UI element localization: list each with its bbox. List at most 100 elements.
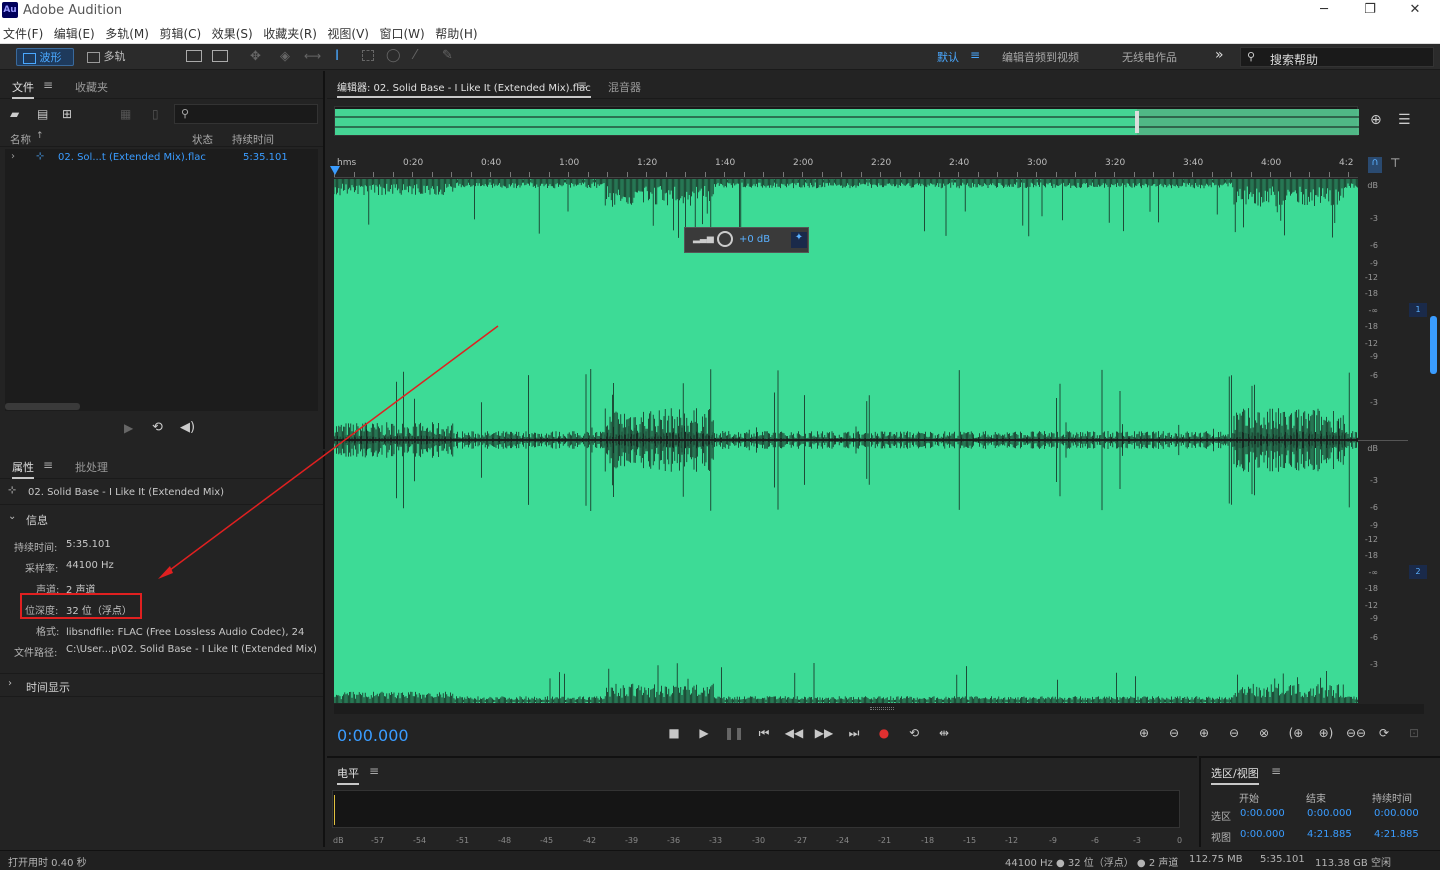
time-ruler[interactable]: hms 0:20 0:40 1:00 1:20 1:40 2:00 2:20 2… xyxy=(330,154,1358,178)
marquee-tool-icon[interactable] xyxy=(362,50,374,61)
view-end[interactable]: 4:21.885 xyxy=(1307,829,1352,840)
waveform-view-button[interactable]: 波形 xyxy=(16,48,74,66)
time-selection-tool-icon[interactable]: I xyxy=(335,48,339,64)
tab-mixer[interactable]: 混音器 xyxy=(608,79,641,95)
zoom-reset-icon[interactable]: ⟳ xyxy=(1374,726,1394,740)
time-section-header[interactable]: › 时间显示 xyxy=(0,673,323,697)
minimize-button[interactable]: ─ xyxy=(1304,2,1344,17)
pin-hud-icon[interactable]: ✦ xyxy=(791,232,807,248)
zoom-out-amplitude-icon[interactable]: ⊖ xyxy=(1164,726,1184,740)
tab-batch[interactable]: 批处理 xyxy=(75,459,108,475)
column-name[interactable]: 名称 xyxy=(10,132,31,147)
spectral-pitch-icon[interactable] xyxy=(212,50,228,62)
column-duration[interactable]: 持续时间 xyxy=(232,132,274,147)
new-file-icon[interactable]: ⊞ xyxy=(62,107,72,121)
playhead-marker[interactable] xyxy=(330,166,340,175)
snap-icon[interactable]: ∩ xyxy=(1368,157,1382,173)
view-duration[interactable]: 4:21.885 xyxy=(1374,829,1419,840)
channel-2-toggle[interactable]: 2 xyxy=(1409,565,1427,579)
help-search-field[interactable]: ⚲ 搜索帮助 xyxy=(1240,47,1434,67)
slip-tool-icon[interactable]: ⟷ xyxy=(304,49,321,63)
delete-icon[interactable]: ▯ xyxy=(152,107,159,121)
preview-play-icon[interactable]: ▶ xyxy=(124,421,133,435)
tab-editor[interactable]: 编辑器: 02. Solid Base - I Like It (Extende… xyxy=(337,79,591,98)
info-section-header[interactable]: ⌄ 信息 xyxy=(0,507,323,529)
menu-window[interactable]: 窗口(W) xyxy=(376,22,428,42)
stop-button[interactable]: ■ xyxy=(664,726,684,740)
scroll-grip[interactable] xyxy=(870,707,894,710)
amplitude-ruler[interactable]: dB -3 -6 -9 -12 -18 -∞ -18 -12 -9 -6 -3 … xyxy=(1358,179,1427,703)
zoom-in-left-icon[interactable]: (⊕ xyxy=(1286,726,1306,740)
files-horizontal-scrollbar[interactable] xyxy=(5,403,80,410)
lasso-tool-icon[interactable]: ◯ xyxy=(386,48,401,63)
workspace-menu-icon[interactable]: ≡ xyxy=(970,48,980,62)
workspace-default[interactable]: 默认 xyxy=(937,49,959,65)
tab-favorites[interactable]: 收藏夹 xyxy=(75,79,108,95)
waveform-display[interactable]: ▂▃▅ +0 dB ✦ xyxy=(333,124,1358,739)
view-start[interactable]: 0:00.000 xyxy=(1240,829,1285,840)
healing-tool-icon[interactable]: ✎ xyxy=(442,48,453,63)
fast-forward-button[interactable]: ▶▶ xyxy=(814,726,834,740)
zoom-out-time-icon[interactable]: ⊖ xyxy=(1224,726,1244,740)
selection-menu-icon[interactable]: ≡ xyxy=(1271,764,1281,778)
files-search-input[interactable]: ⚲ xyxy=(174,104,318,124)
horizontal-scrollbar[interactable] xyxy=(334,704,1424,714)
column-status[interactable]: 状态 xyxy=(192,132,213,147)
gain-knob[interactable] xyxy=(717,231,733,247)
menu-multitrack[interactable]: 多轨(M) xyxy=(102,22,153,42)
brush-tool-icon[interactable]: ⁄ xyxy=(414,48,416,63)
insert-multitrack-icon[interactable]: ▦ xyxy=(120,107,131,121)
stack-view-icon[interactable]: ☰ xyxy=(1398,112,1411,128)
workspace-video[interactable]: 编辑音频到视频 xyxy=(1002,49,1079,65)
properties-menu-icon[interactable]: ≡ xyxy=(43,458,53,472)
zoom-disabled-icon[interactable]: ⊡ xyxy=(1404,726,1424,740)
razor-tool-icon[interactable]: ◈ xyxy=(280,49,290,64)
current-time-display[interactable]: 0:00.000 xyxy=(337,726,409,745)
preview-autoplay-icon[interactable]: ◀) xyxy=(180,420,195,435)
workspace-radio[interactable]: 无线电作品 xyxy=(1122,49,1177,65)
tab-files[interactable]: 文件 xyxy=(12,79,34,99)
more-workspaces-icon[interactable]: » xyxy=(1215,47,1224,63)
file-row[interactable]: › ⊹ 02. Sol...t (Extended Mix).flac 5:35… xyxy=(5,149,318,167)
loop-playback-button[interactable]: ⟲ xyxy=(904,726,924,740)
multitrack-view-button[interactable]: 多轨 xyxy=(84,48,140,66)
editor-menu-icon[interactable]: ≡ xyxy=(577,78,587,92)
selection-start[interactable]: 0:00.000 xyxy=(1240,808,1285,819)
menu-favorites[interactable]: 收藏夹(R) xyxy=(260,22,321,42)
levels-title[interactable]: 电平 xyxy=(337,765,359,785)
zoom-to-time-icon[interactable]: ⊕ xyxy=(1370,112,1382,128)
move-tool-icon[interactable]: ✥ xyxy=(250,49,261,64)
go-to-end-button[interactable]: ⏭ xyxy=(844,726,864,741)
play-button[interactable]: ▶ xyxy=(694,726,714,740)
zoom-in-time-icon[interactable]: ⊕ xyxy=(1194,726,1214,740)
skip-selection-button[interactable]: ⇹ xyxy=(934,726,954,740)
record-button[interactable]: ● xyxy=(874,726,894,740)
selection-end[interactable]: 0:00.000 xyxy=(1307,808,1352,819)
zoom-selection-icon[interactable]: ⊗ xyxy=(1254,726,1274,740)
levels-menu-icon[interactable]: ≡ xyxy=(369,764,379,778)
restore-button[interactable]: ❐ xyxy=(1350,2,1390,17)
selection-view-title[interactable]: 选区/视图 xyxy=(1211,765,1259,785)
zoom-in-amplitude-icon[interactable]: ⊕ xyxy=(1134,726,1154,740)
vertical-zoom-scrollbar[interactable] xyxy=(1430,316,1437,374)
go-to-start-button[interactable]: ⏮ xyxy=(754,726,774,741)
import-file-icon[interactable]: ▤ xyxy=(37,107,48,121)
channel-1-toggle[interactable]: 1 xyxy=(1409,303,1427,317)
preview-loop-icon[interactable]: ⟲ xyxy=(152,420,163,435)
tab-properties[interactable]: 属性 xyxy=(12,459,34,479)
zoom-in-right-icon[interactable]: ⊕) xyxy=(1316,726,1336,740)
menu-effects[interactable]: 效果(S) xyxy=(209,22,257,42)
menu-file[interactable]: 文件(F) xyxy=(0,22,47,42)
menu-edit[interactable]: 编辑(E) xyxy=(51,22,99,42)
expand-chevron-icon[interactable]: › xyxy=(11,151,15,162)
menu-help[interactable]: 帮助(H) xyxy=(432,22,481,42)
menu-clip[interactable]: 剪辑(C) xyxy=(156,22,205,42)
rewind-button[interactable]: ◀◀ xyxy=(784,726,804,740)
selection-duration[interactable]: 0:00.000 xyxy=(1374,808,1419,819)
overview-navigator[interactable] xyxy=(334,106,1359,136)
zoom-out-full-icon[interactable]: ⊖⊖ xyxy=(1346,726,1366,740)
spectral-frequency-icon[interactable] xyxy=(186,50,202,62)
open-file-icon[interactable]: ▰ xyxy=(10,107,19,121)
menu-view[interactable]: 视图(V) xyxy=(324,22,373,42)
close-button[interactable]: ✕ xyxy=(1395,2,1435,17)
